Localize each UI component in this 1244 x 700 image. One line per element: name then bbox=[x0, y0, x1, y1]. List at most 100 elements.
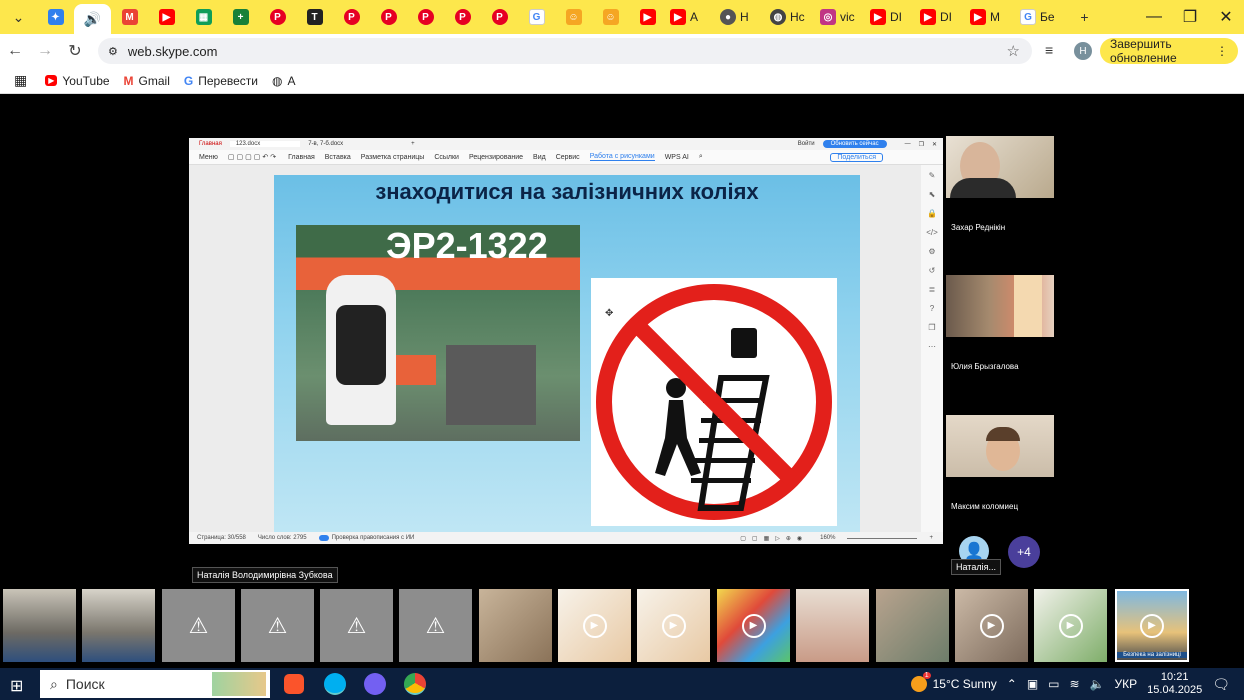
history-icon[interactable]: ↺ bbox=[929, 266, 936, 275]
zoom-in-icon[interactable]: + bbox=[929, 535, 933, 541]
tab-13[interactable]: P bbox=[481, 4, 518, 30]
wps-menu-item[interactable]: Меню bbox=[199, 154, 218, 161]
thumb-unavailable[interactable]: ⚠ bbox=[399, 589, 472, 662]
star-icon[interactable]: ☆ bbox=[1007, 42, 1020, 60]
plus-icon[interactable]: + bbox=[411, 141, 415, 147]
settings-icon[interactable]: ⚙ bbox=[928, 247, 935, 256]
more-icon[interactable]: ⋯ bbox=[928, 342, 936, 351]
brave-app-icon[interactable] bbox=[284, 674, 304, 694]
maximize-button[interactable]: ❐ bbox=[1172, 7, 1208, 27]
tab-11[interactable]: P bbox=[407, 4, 444, 30]
tab-active[interactable]: 🔊 bbox=[74, 4, 111, 34]
thumb-video[interactable] bbox=[876, 589, 949, 662]
tab-wide-2[interactable]: ● Н bbox=[716, 4, 766, 30]
thumb-video[interactable] bbox=[479, 589, 552, 662]
copy-icon[interactable]: ❐ bbox=[928, 323, 935, 332]
bookmark-gmail[interactable]: M Gmail bbox=[124, 74, 170, 88]
help-icon[interactable]: ? bbox=[930, 304, 934, 313]
wps-menu-item[interactable]: Вид bbox=[533, 154, 546, 161]
taskbar-search[interactable]: ⌕ Поиск bbox=[40, 670, 270, 698]
profile-avatar[interactable]: Н bbox=[1074, 42, 1092, 60]
thumb-video[interactable]: ▶ bbox=[717, 589, 790, 662]
tab-16[interactable]: ☺ bbox=[592, 4, 629, 30]
volume-icon[interactable]: 🔈 bbox=[1090, 677, 1105, 691]
participant-video-2[interactable] bbox=[946, 275, 1054, 337]
battery-icon[interactable]: ▭ bbox=[1048, 677, 1059, 691]
minimize-button[interactable]: — bbox=[1136, 8, 1172, 26]
tab-10[interactable]: P bbox=[370, 4, 407, 30]
update-button[interactable]: Завершить обновление ⋮ bbox=[1100, 37, 1238, 65]
wps-menu-item[interactable]: Разметка страницы bbox=[361, 154, 425, 161]
bookmark-a[interactable]: ◍ А bbox=[272, 74, 296, 88]
clock[interactable]: 10:21 15.04.2025 bbox=[1147, 671, 1202, 697]
wps-quick-tools[interactable]: ▢▢▢▢↶↷ bbox=[228, 153, 278, 161]
bookmark-translate[interactable]: G Перевести bbox=[184, 74, 258, 88]
layers-icon[interactable]: ≣ bbox=[929, 285, 936, 294]
wps-update-button[interactable]: Обновить сейчас bbox=[822, 140, 887, 148]
thumb-unavailable[interactable]: ⚠ bbox=[162, 589, 235, 662]
wps-tab-home[interactable]: Главная bbox=[199, 141, 222, 147]
thumb-video[interactable]: ▶ bbox=[1034, 589, 1107, 662]
chrome-app-icon[interactable] bbox=[404, 673, 426, 695]
chevron-up-icon[interactable]: ⌃ bbox=[1007, 677, 1017, 691]
new-tab-button[interactable]: + bbox=[1066, 4, 1103, 30]
wps-share-button[interactable]: Поделиться bbox=[830, 152, 883, 162]
wps-menu-item[interactable]: Ссылки bbox=[434, 154, 459, 161]
meet-now-icon[interactable]: ▣ bbox=[1027, 677, 1038, 691]
spellcheck-toggle[interactable]: Проверка правописания с ИИ bbox=[318, 535, 414, 541]
tab-17[interactable]: ▶ bbox=[629, 4, 666, 30]
tab-6[interactable]: + bbox=[222, 4, 259, 30]
thumb-video[interactable]: ▶ bbox=[558, 589, 631, 662]
wps-signin[interactable]: Войти bbox=[798, 141, 815, 147]
view-mode-icons[interactable]: ▢▢▦▷⊕◉ bbox=[740, 535, 808, 542]
minimize-icon[interactable]: — bbox=[905, 141, 911, 147]
tab-wide-1[interactable]: ▶ А bbox=[666, 4, 716, 30]
thumb-video[interactable] bbox=[82, 589, 155, 662]
wps-menu-item[interactable]: Сервис bbox=[556, 154, 580, 161]
tab-wide-3[interactable]: ◍ Нс bbox=[766, 4, 816, 30]
apps-grid-icon[interactable]: ▦ bbox=[14, 72, 27, 89]
participant-video-1[interactable] bbox=[946, 136, 1054, 198]
reload-button[interactable]: ↻ bbox=[60, 41, 90, 61]
close-icon[interactable]: ✕ bbox=[932, 141, 937, 148]
back-button[interactable]: ← bbox=[0, 42, 30, 60]
windows-start-button[interactable]: ⊞ bbox=[10, 676, 23, 696]
tab-5[interactable]: ▦ bbox=[185, 4, 222, 30]
tab-14[interactable]: G bbox=[518, 4, 555, 30]
wps-menu-item[interactable]: Вставка bbox=[325, 154, 351, 161]
lock-icon[interactable]: 🔒 bbox=[927, 209, 937, 218]
tab-9[interactable]: P bbox=[333, 4, 370, 30]
thumb-video[interactable]: ▶ bbox=[637, 589, 710, 662]
pen-icon[interactable]: ✎ bbox=[929, 171, 936, 180]
skype-app-icon[interactable] bbox=[324, 673, 346, 695]
thumb-video[interactable] bbox=[796, 589, 869, 662]
address-bar[interactable]: ⚙ web.skype.com ☆ bbox=[98, 38, 1032, 64]
code-icon[interactable]: </> bbox=[926, 228, 938, 237]
tab-wide-5[interactable]: ▶ DI bbox=[866, 4, 916, 30]
tab-3[interactable]: M bbox=[111, 4, 148, 30]
tab-12[interactable]: P bbox=[444, 4, 481, 30]
tab-wide-8[interactable]: G Бе bbox=[1016, 4, 1066, 30]
wps-menu-item[interactable]: Рецензирование bbox=[469, 154, 523, 161]
weather-widget[interactable]: 1 15°C Sunny bbox=[910, 672, 997, 692]
maximize-icon[interactable]: ❐ bbox=[919, 141, 924, 148]
tab-wide-6[interactable]: ▶ DI bbox=[916, 4, 966, 30]
wps-menu-item[interactable]: WPS AI bbox=[665, 154, 689, 161]
bookmark-youtube[interactable]: ▶ YouTube bbox=[45, 74, 110, 88]
thumb-unavailable[interactable]: ⚠ bbox=[320, 589, 393, 662]
language-indicator[interactable]: УКР bbox=[1115, 677, 1138, 691]
close-window-button[interactable]: ✕ bbox=[1208, 7, 1244, 27]
thumb-video-selected[interactable]: ▶ Безпека на залізниці bbox=[1115, 589, 1189, 662]
tab-list-button[interactable]: ⌄ bbox=[0, 4, 37, 30]
wps-menu-item-active[interactable]: Работа с рисунками bbox=[589, 153, 655, 161]
tab-1[interactable]: ✦ bbox=[37, 4, 74, 30]
thumb-video[interactable]: ▶ bbox=[955, 589, 1028, 662]
tab-8[interactable]: T bbox=[296, 4, 333, 30]
notification-icon[interactable]: 🗨 bbox=[1212, 676, 1230, 693]
select-icon[interactable]: ⬉ bbox=[929, 190, 936, 199]
thumb-unavailable[interactable]: ⚠ bbox=[241, 589, 314, 662]
media-control-icon[interactable]: ≡ bbox=[1045, 42, 1053, 58]
tab-7[interactable]: P bbox=[259, 4, 296, 30]
forward-button[interactable]: → bbox=[30, 42, 60, 60]
search-icon[interactable]: ⌕ bbox=[699, 153, 703, 161]
